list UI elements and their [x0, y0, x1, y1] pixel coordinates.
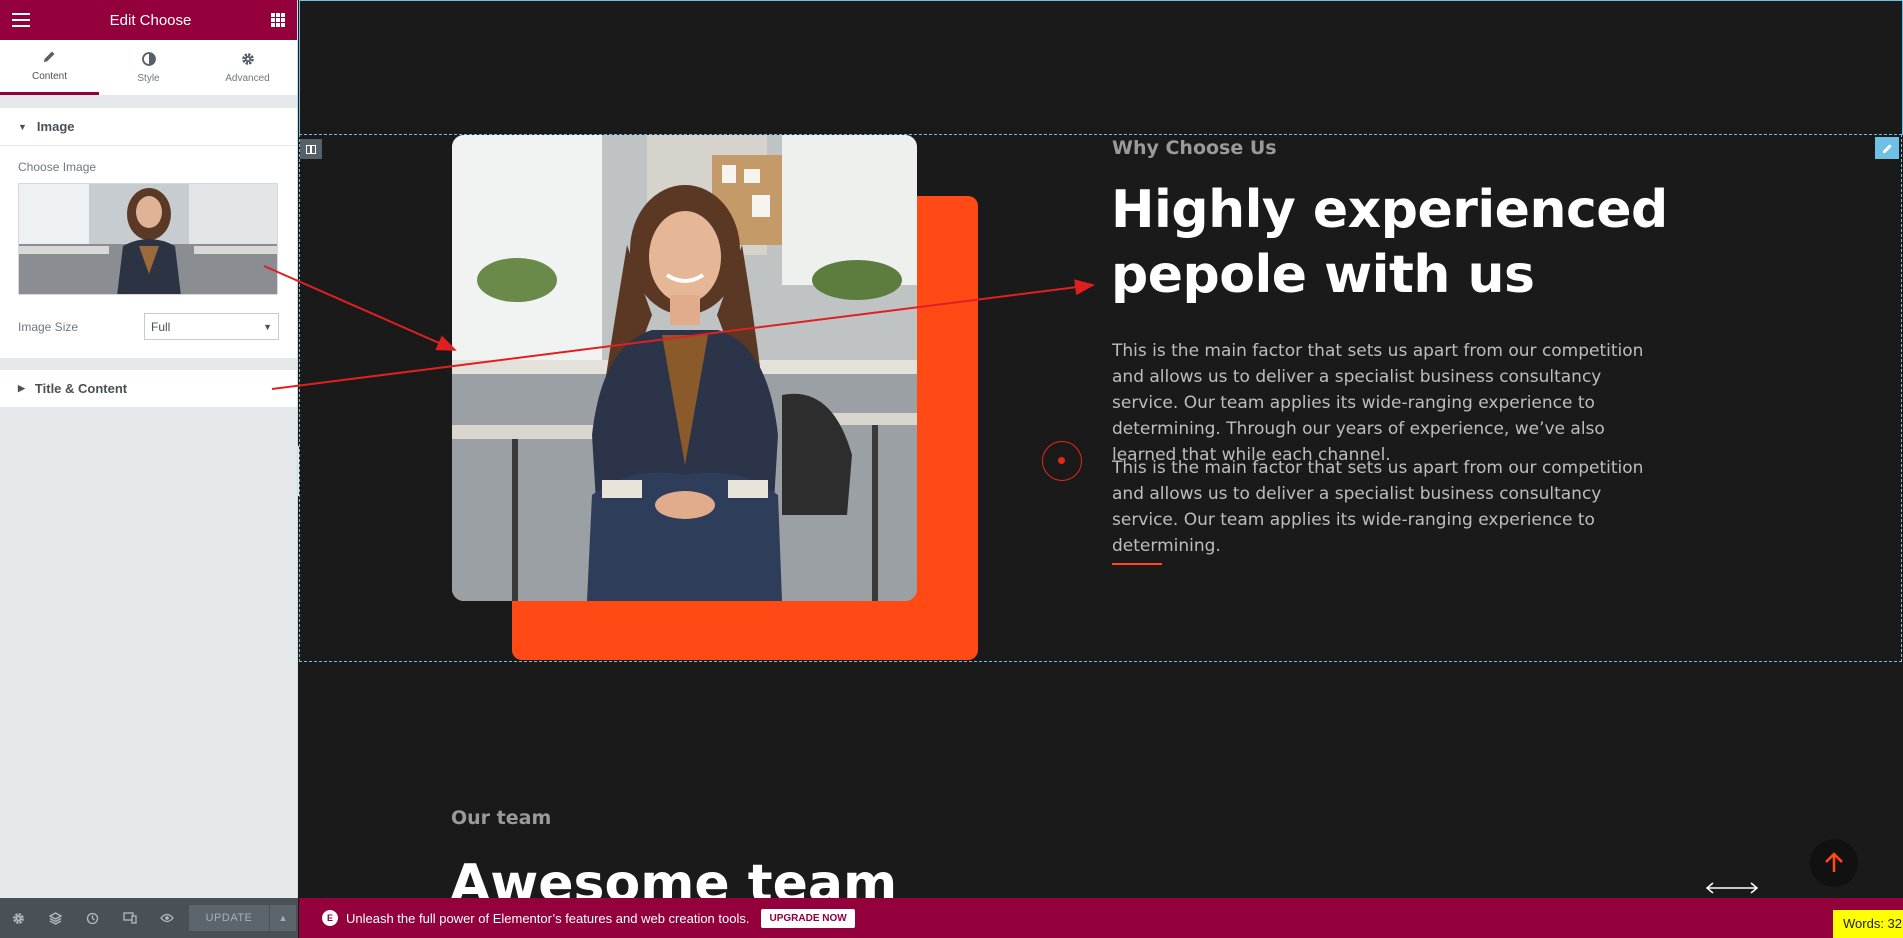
contrast-icon	[141, 51, 156, 68]
promo-message: Unleash the full power of Elementor’s fe…	[346, 910, 750, 926]
caret-right-icon: ▶	[18, 383, 25, 393]
word-count-badge: Words: 32	[1833, 910, 1903, 938]
update-button[interactable]: UPDATE	[189, 905, 269, 931]
image-size-select[interactable]: Full ▼	[144, 313, 279, 340]
arrow-up-icon	[1825, 852, 1843, 872]
image-section-title: Image	[36, 119, 75, 134]
elementor-logo-icon: E	[322, 910, 338, 926]
widgets-grid-icon[interactable]	[271, 13, 285, 27]
accent-divider	[1112, 563, 1162, 565]
panel-title: Edit Choose	[109, 11, 192, 29]
team-member-photo[interactable]	[452, 135, 917, 601]
edit-widget-pencil-icon[interactable]	[1875, 137, 1899, 159]
scroll-to-top-button[interactable]	[1810, 839, 1858, 887]
top-section-frame	[299, 0, 1903, 135]
preview-button[interactable]	[148, 898, 185, 938]
menu-icon[interactable]	[12, 13, 30, 27]
update-options-caret-icon[interactable]: ▲	[270, 905, 296, 931]
eye-icon	[159, 913, 174, 923]
preview-canvas: Why Choose Us Highly experienced pepole …	[299, 0, 1903, 898]
upgrade-now-button[interactable]: UPGRADE NOW	[761, 908, 855, 928]
image-size-label: Image Size	[18, 319, 79, 334]
team-heading: Awesome team	[450, 854, 898, 898]
tab-content-label: Content	[31, 71, 68, 82]
title-content-section: ▶ Title & Content	[0, 370, 297, 408]
image-size-row: Image Size Full ▼	[18, 313, 279, 340]
history-icon	[86, 912, 99, 924]
decorative-circle-icon	[1042, 441, 1082, 481]
choose-image-label: Choose Image	[18, 160, 97, 174]
image-section-header[interactable]: ▼ Image	[0, 108, 297, 146]
horizontal-resize-icon[interactable]	[1705, 881, 1759, 895]
promo-bar: E Unleash the full power of Elementor’s …	[299, 898, 1903, 938]
history-button[interactable]	[74, 898, 111, 938]
column-handle-icon[interactable]	[300, 139, 322, 159]
tab-advanced[interactable]: Advanced	[198, 40, 297, 95]
tab-content[interactable]: Content	[0, 40, 99, 95]
tab-advanced-label: Advanced	[225, 72, 270, 84]
settings-button[interactable]	[0, 898, 37, 938]
tab-style-label: Style	[137, 72, 160, 84]
editor-panel: Edit Choose Content Style Advanced ▼ Ima…	[0, 0, 298, 938]
title-content-section-title: Title & Content	[34, 381, 128, 396]
responsive-button[interactable]	[111, 898, 148, 938]
image-preview[interactable]	[18, 183, 278, 295]
paragraph-1: This is the main factor that sets us apa…	[1112, 341, 1644, 465]
image-size-value: Full	[151, 319, 171, 334]
panel-footer: UPDATE ▲	[0, 898, 298, 938]
devices-icon	[122, 912, 137, 924]
image-section-body: Choose Image Image Size Full ▼	[0, 146, 297, 358]
image-section: ▼ Image Choose Image Image Size Full ▼	[0, 108, 297, 358]
tab-style[interactable]: Style	[99, 40, 198, 95]
section-heading: Highly experienced pepole with us	[1111, 180, 1668, 305]
paragraph-2: This is the main factor that sets us apa…	[1112, 458, 1644, 556]
navigator-button[interactable]	[37, 898, 74, 938]
section-subtitle: Why Choose Us	[1112, 137, 1277, 159]
gear-icon	[241, 52, 255, 68]
settings-icon	[13, 912, 24, 924]
pencil-icon	[43, 50, 56, 66]
layers-icon	[49, 911, 62, 925]
title-content-section-header[interactable]: ▶ Title & Content	[0, 370, 297, 408]
caret-down-icon: ▼	[18, 121, 27, 132]
panel-tabs: Content Style Advanced	[0, 40, 297, 96]
select-arrow-icon: ▼	[263, 321, 272, 332]
team-subtitle: Our team	[451, 807, 552, 829]
panel-header: Edit Choose	[0, 0, 297, 40]
